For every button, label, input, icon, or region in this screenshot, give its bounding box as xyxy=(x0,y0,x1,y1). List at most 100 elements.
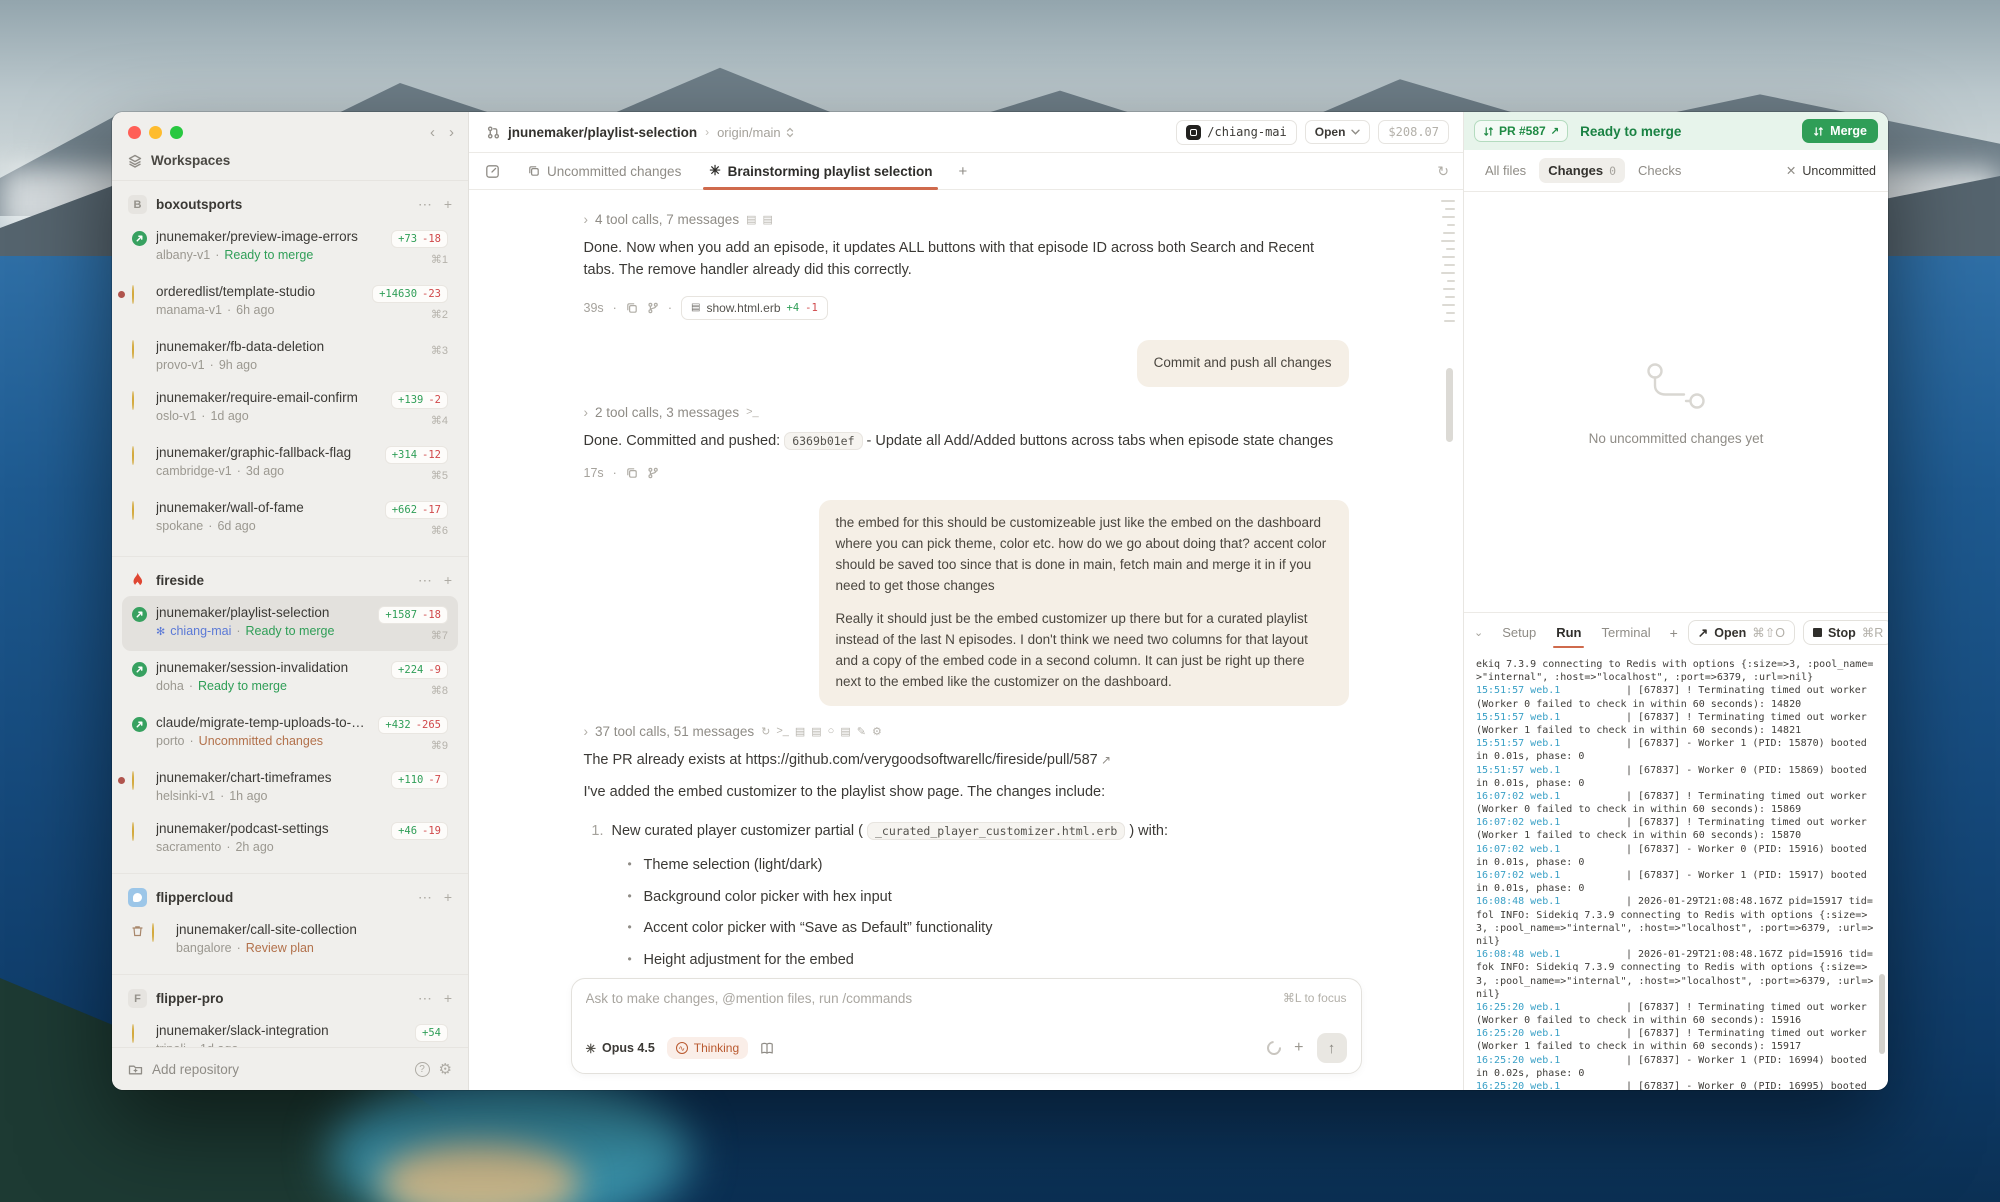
repo-logo-flipper-pro: F xyxy=(128,989,147,1008)
branch-icon[interactable] xyxy=(647,467,659,479)
deletions-count: -7 xyxy=(428,774,441,786)
workspace-status: 3d ago xyxy=(246,464,284,478)
tab-brainstorming-playlist-selection[interactable]: ✳ Brainstorming playlist selection xyxy=(697,153,944,189)
chat-input[interactable] xyxy=(586,991,1347,1033)
log-line: 16:25:20 web.1| [67837] - Worker 0 (PID:… xyxy=(1476,1080,1876,1090)
tab-label: All files xyxy=(1485,163,1526,178)
workspace-item[interactable]: jnunemaker/call-site-collectionbangalore… xyxy=(122,913,458,964)
workspace-item[interactable]: jnunemaker/require-email-confirmoslo-v1·… xyxy=(122,381,458,436)
workspace-item[interactable]: orderedlist/template-studiomanama-v1·6h … xyxy=(122,275,458,330)
log-line: 16:25:20 web.1| [67837] ! Terminating ti… xyxy=(1476,1027,1876,1053)
thinking-toggle[interactable]: ∿ Thinking xyxy=(667,1037,748,1059)
minimize-button[interactable] xyxy=(149,126,162,139)
knowledge-book-icon[interactable] xyxy=(760,1042,774,1055)
tab-checks[interactable]: Checks xyxy=(1629,158,1690,183)
group-name: flipper-pro xyxy=(156,991,224,1006)
group-more-icon[interactable]: ⋯ xyxy=(418,889,432,906)
workspace-item[interactable]: jnunemaker/graphic-fallback-flagcambridg… xyxy=(122,436,458,491)
pr-link-chip[interactable]: PR #587 ↗ xyxy=(1474,120,1568,142)
tool-icons: ↻>_▤▤○▤✎⚙ xyxy=(761,725,882,738)
copy-icon[interactable] xyxy=(626,302,638,314)
minimap-line xyxy=(1442,216,1455,218)
workspace-item[interactable]: jnunemaker/wall-of-famespokane·6d ago+66… xyxy=(122,491,458,546)
chat-scroll-area[interactable]: ›4 tool calls, 7 messages▤▤Done. Now whe… xyxy=(469,190,1463,974)
new-terminal-button[interactable]: + xyxy=(1662,621,1686,645)
close-button[interactable] xyxy=(128,126,141,139)
nav-forward-icon[interactable]: › xyxy=(449,124,454,141)
workspace-item[interactable]: jnunemaker/playlist-selection✻chiang-mai… xyxy=(122,596,458,651)
group-more-icon[interactable]: ⋯ xyxy=(418,572,432,589)
copy-icon[interactable] xyxy=(626,467,638,479)
workspace-item[interactable]: jnunemaker/fb-data-deletionprovo-v1·9h a… xyxy=(122,330,458,381)
tool-calls-summary[interactable]: ›37 tool calls, 51 messages↻>_▤▤○▤✎⚙ xyxy=(584,724,1349,739)
keyboard-shortcut: ⌘2 xyxy=(372,308,448,321)
history-icon[interactable]: ↻ xyxy=(1437,163,1449,180)
terminal-tab-terminal[interactable]: Terminal xyxy=(1592,621,1659,644)
status-in-progress-icon xyxy=(132,447,147,462)
tab-changes[interactable]: Changes0 xyxy=(1539,158,1625,183)
add-repository-button[interactable]: Add repository xyxy=(152,1062,239,1077)
send-button[interactable]: ↑ xyxy=(1317,1033,1347,1063)
workspace-item[interactable]: jnunemaker/slack-integrationtripoli·1d a… xyxy=(122,1014,458,1047)
workspace-item[interactable]: jnunemaker/session-invalidationdoha·Read… xyxy=(122,651,458,706)
workspace-groups: Bboxoutsports⋯+jnunemaker/preview-image-… xyxy=(112,181,468,1047)
workspace-item[interactable]: jnunemaker/preview-image-errorsalbany-v1… xyxy=(122,220,458,275)
scrollbar-thumb[interactable] xyxy=(1446,368,1453,442)
terminal-tab-run[interactable]: Run xyxy=(1547,621,1590,644)
group-more-icon[interactable]: ⋯ xyxy=(418,990,432,1007)
new-tab-button[interactable]: + xyxy=(948,163,977,180)
group-add-icon[interactable]: + xyxy=(444,990,452,1007)
compose-note-icon[interactable] xyxy=(485,164,500,179)
uncommitted-filter-chip[interactable]: ✕Uncommitted xyxy=(1786,163,1876,178)
sidebar-header: Workspaces xyxy=(112,145,468,181)
tool-calls-summary[interactable]: ›2 tool calls, 3 messages>_ xyxy=(584,405,1349,420)
workspace-item-meta: manama-v1·6h ago xyxy=(156,303,363,317)
collapse-chevron-icon[interactable]: ⌄ xyxy=(1474,626,1483,639)
workspace-item[interactable]: jnunemaker/chart-timeframeshelsinki-v1·1… xyxy=(122,761,458,812)
terminal-scrollbar[interactable] xyxy=(1879,974,1885,1054)
help-icon[interactable]: ? xyxy=(415,1062,430,1077)
group-more-icon[interactable]: ⋯ xyxy=(418,196,432,213)
workspace-item-title: jnunemaker/graphic-fallback-flag xyxy=(156,445,376,460)
tool-calls-summary[interactable]: ›4 tool calls, 7 messages▤▤ xyxy=(584,212,1349,227)
file-chip[interactable]: ▤show.html.erb+4-1 xyxy=(681,296,828,320)
workspace-title[interactable]: jnunemaker/playlist-selection xyxy=(508,125,697,140)
workspace-item-title: jnunemaker/call-site-collection xyxy=(176,922,439,937)
pull-request-icon xyxy=(487,126,500,139)
branch-icon[interactable] xyxy=(647,302,659,314)
log-timestamp: 15:51:57 web.1 xyxy=(1476,737,1626,750)
open-terminal-button[interactable]: ↗ Open ⌘⇧O xyxy=(1688,620,1795,645)
group-add-icon[interactable]: + xyxy=(444,196,452,213)
composer-box[interactable]: ⌘L to focus ✳ Opus 4.5 ∿ Thinking + ↑ xyxy=(571,978,1362,1074)
chat-minimap-scrollbar[interactable] xyxy=(1437,200,1455,442)
workspace-item[interactable]: jnunemaker/podcast-settingssacramento·2h… xyxy=(122,812,458,863)
workspace-path-chip[interactable]: /chiang-mai xyxy=(1176,120,1296,145)
file-additions: +4 xyxy=(787,302,800,314)
nav-back-icon[interactable]: ‹ xyxy=(430,124,435,141)
merge-button[interactable]: Merge xyxy=(1802,119,1878,143)
open-button[interactable]: Open xyxy=(1305,120,1371,144)
workspace-status: 9h ago xyxy=(219,358,257,372)
terminal-tab-setup[interactable]: Setup xyxy=(1493,621,1545,644)
diff-badge: +14630-23 xyxy=(372,285,448,303)
additions-count: +46 xyxy=(398,825,417,837)
attach-button[interactable]: + xyxy=(1294,1039,1303,1057)
workspace-group-flipper-pro: Fflipper-pro ⋯ + jnunemaker/slack-integrati… xyxy=(112,975,468,1047)
terminal-log[interactable]: ekiq 7.3.9 connecting to Redis with opti… xyxy=(1464,652,1888,1090)
log-timestamp: 16:25:20 web.1 xyxy=(1476,1080,1626,1090)
thinking-icon: ∿ xyxy=(676,1042,688,1054)
group-add-icon[interactable]: + xyxy=(444,889,452,906)
group-add-icon[interactable]: + xyxy=(444,572,452,589)
stop-button[interactable]: Stop ⌘R xyxy=(1803,620,1888,645)
conversation: ›4 tool calls, 7 messages▤▤Done. Now whe… xyxy=(584,190,1349,974)
minimap-line xyxy=(1445,296,1455,298)
settings-gear-icon[interactable]: ⚙ xyxy=(439,1060,452,1078)
loading-spinner xyxy=(1264,1038,1284,1058)
base-branch-selector[interactable]: origin/main xyxy=(717,125,794,140)
tab-all-files[interactable]: All files xyxy=(1476,158,1535,183)
workspace-item[interactable]: claude/migrate-temp-uploads-to-b2-yg4PUp… xyxy=(122,706,458,761)
workspace-status: 6h ago xyxy=(236,303,274,317)
tab-uncommitted-changes[interactable]: Uncommitted changes xyxy=(516,153,693,189)
maximize-button[interactable] xyxy=(170,126,183,139)
model-selector[interactable]: ✳ Opus 4.5 xyxy=(586,1041,655,1056)
